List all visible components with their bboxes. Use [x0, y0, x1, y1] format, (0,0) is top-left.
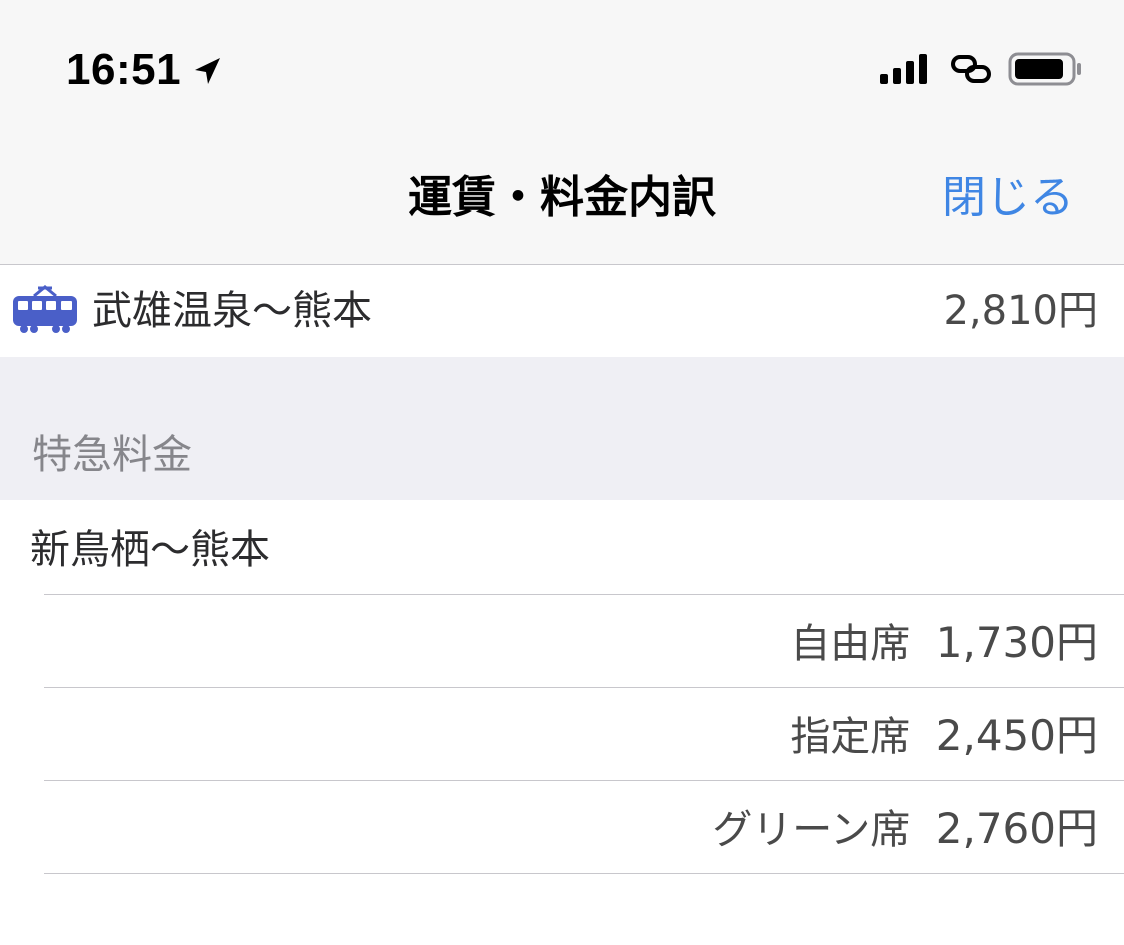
section-label-express: 特急料金: [32, 432, 192, 478]
seat-row-unreserved: 自由席 1,730円: [0, 595, 1124, 687]
seat-price: 1,730円: [935, 618, 1098, 667]
fare-route: 武雄温泉〜熊本: [92, 288, 372, 334]
express-route: 新鳥栖〜熊本: [30, 527, 270, 573]
seat-row-reserved: 指定席 2,450円: [0, 688, 1124, 780]
seat-price: 2,760円: [935, 804, 1098, 853]
location-arrow-icon: [195, 58, 220, 84]
seat-row-green: グリーン席 2,760円: [0, 781, 1124, 873]
status-time: 16:51: [66, 45, 182, 94]
battery-icon: [1008, 52, 1081, 86]
fare-row: 武雄温泉〜熊本 2,810円: [0, 265, 1124, 357]
signal-bars-icon: [880, 54, 927, 84]
seat-label: 自由席: [790, 621, 911, 667]
seat-label: グリーン席: [712, 807, 911, 853]
seat-info: 指定席 2,450円: [790, 710, 1098, 763]
seat-label: 指定席: [790, 714, 911, 760]
fare-price: 2,810円: [943, 288, 1098, 334]
seat-info: グリーン席 2,760円: [712, 803, 1098, 856]
train-icon: [13, 285, 77, 333]
close-button[interactable]: 閉じる: [942, 168, 1074, 228]
seat-price: 2,450円: [935, 711, 1098, 760]
header-area: 16:51 運賃・料金内訳 閉じる: [0, 0, 1124, 265]
personal-hotspot-icon: [951, 55, 991, 83]
section-header: 特急料金: [0, 357, 1124, 500]
seat-info: 自由席 1,730円: [790, 617, 1098, 670]
divider: [44, 873, 1124, 874]
